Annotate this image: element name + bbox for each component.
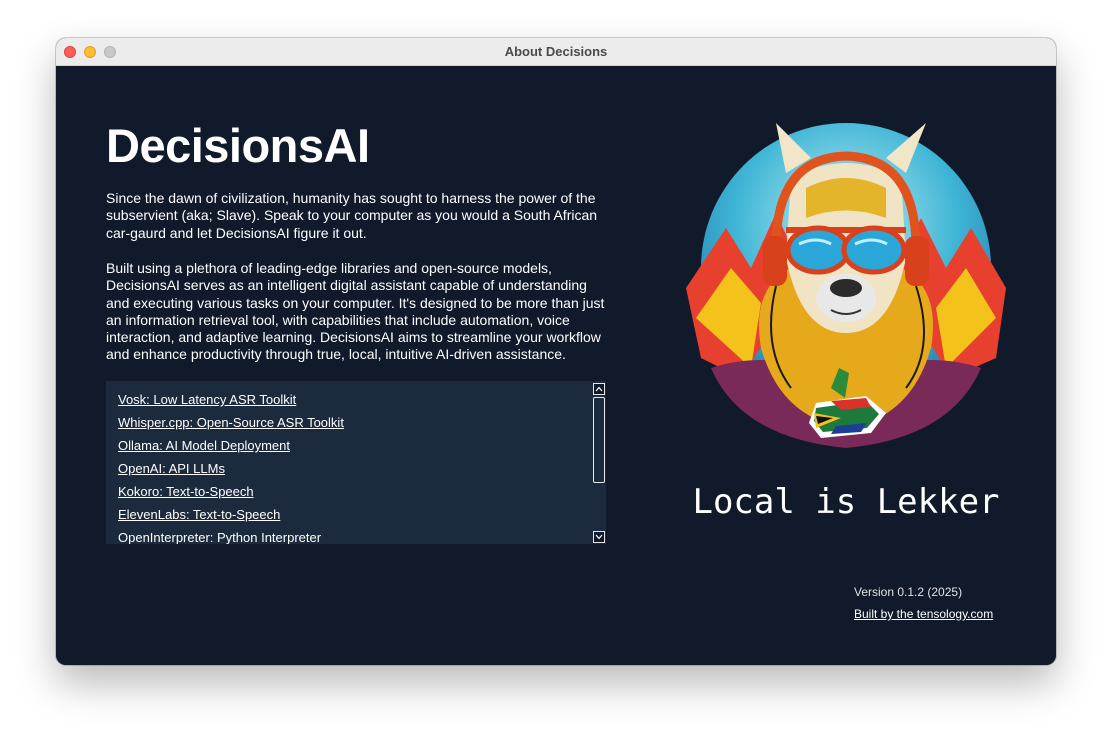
window-title: About Decisions bbox=[504, 44, 608, 59]
credit-link-elevenlabs[interactable]: ElevenLabs: Text-to-Speech bbox=[118, 507, 280, 522]
intro-paragraph: Since the dawn of civilization, humanity… bbox=[106, 190, 598, 241]
credit-link-vosk[interactable]: Vosk: Low Latency ASR Toolkit bbox=[118, 392, 296, 407]
scrollbar-thumb[interactable] bbox=[593, 397, 605, 483]
scroll-up-button[interactable] bbox=[593, 383, 605, 395]
credits-list[interactable]: Vosk: Low Latency ASR Toolkit Whisper.cp… bbox=[106, 381, 606, 544]
llama-mascot-icon: Local is Lekker bbox=[686, 123, 1006, 522]
chevron-up-icon bbox=[595, 386, 603, 392]
about-content: DecisionsAI Since the dawn of civilizati… bbox=[56, 66, 1056, 665]
left-earcup bbox=[763, 236, 787, 286]
version-label: Version 0.1.2 (2025) bbox=[854, 585, 963, 599]
credit-link-ollama[interactable]: Ollama: AI Model Deployment bbox=[118, 438, 290, 453]
credits-scrollbar[interactable] bbox=[592, 381, 606, 544]
mascot-caption: Local is Lekker bbox=[692, 482, 999, 522]
app-title: DecisionsAI bbox=[106, 119, 370, 172]
credit-link-openinterpreter[interactable]: OpenInterpreter: Python Interpreter bbox=[118, 530, 321, 544]
credit-link-kokoro[interactable]: Kokoro: Text-to-Speech bbox=[118, 484, 254, 499]
built-by-link[interactable]: Built by the tensology.com bbox=[854, 607, 993, 621]
scroll-down-button[interactable] bbox=[593, 531, 605, 543]
chevron-down-icon bbox=[595, 534, 603, 540]
right-earcup bbox=[905, 236, 929, 286]
left-lens bbox=[785, 225, 851, 275]
right-lens bbox=[841, 225, 907, 275]
credit-link-openai[interactable]: OpenAI: API LLMs bbox=[118, 461, 225, 476]
title-bar[interactable]: About Decisions bbox=[56, 38, 1056, 66]
credit-link-whisper[interactable]: Whisper.cpp: Open-Source ASR Toolkit bbox=[118, 415, 344, 430]
about-window: About Decisions DecisionsAI Since the da… bbox=[56, 38, 1056, 665]
description-paragraph: Built using a plethora of leading-edge l… bbox=[106, 260, 605, 363]
nose bbox=[830, 279, 862, 297]
